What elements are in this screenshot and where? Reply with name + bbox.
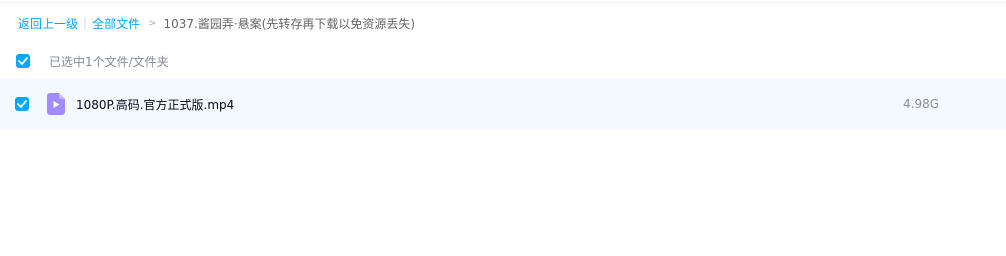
select-all-checkbox[interactable] [16,54,30,68]
breadcrumb: 返回上一级 | 全部文件 > 1037.酱园弄·悬案(先转存再下载以免资源丢失) [18,14,415,32]
file-size: 4.98G [903,97,940,111]
back-link[interactable]: 返回上一级 [18,15,78,32]
file-checkbox[interactable] [15,97,29,111]
selection-summary: 已选中1个文件/文件夹 [49,54,169,69]
checkmark-icon [17,100,27,108]
all-files-link[interactable]: 全部文件 [92,15,140,32]
file-row[interactable]: 1080P.高码.官方正式版.mp4 4.98G [0,79,1006,129]
top-divider [0,2,1006,3]
video-file-icon-graphic [47,93,65,115]
selection-bar: 已选中1个文件/文件夹 [0,48,1006,74]
file-name[interactable]: 1080P.高码.官方正式版.mp4 [76,96,234,113]
breadcrumb-arrow-icon: > [148,17,157,29]
breadcrumb-separator: | [83,16,88,30]
current-folder-name: 1037.酱园弄·悬案(先转存再下载以免资源丢失) [163,16,416,31]
checkmark-icon [18,57,28,65]
file-browser-page: 返回上一级 | 全部文件 > 1037.酱园弄·悬案(先转存再下载以免资源丢失)… [0,0,1006,256]
video-file-icon [47,93,65,115]
